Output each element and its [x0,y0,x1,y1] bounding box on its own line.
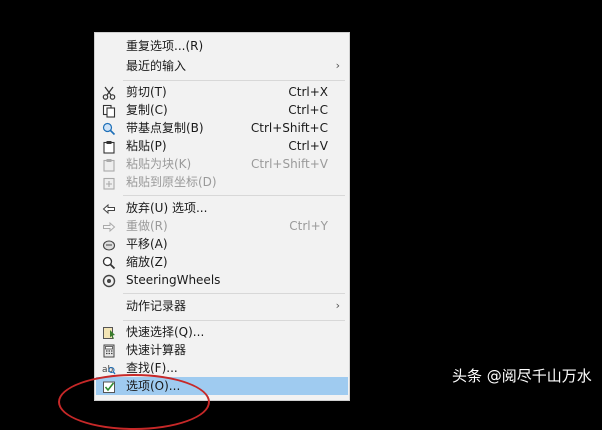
menu-item-shortcut: Ctrl+Y [289,219,328,233]
zoom-icon [102,255,116,270]
menu-item-quick-select[interactable]: 快速选择(Q)... [96,323,348,341]
menu-item-steeringwheels[interactable]: SteeringWheels [96,271,348,289]
menu-item-copy-with-base[interactable]: 带基点复制(B) Ctrl+Shift+C [96,119,348,137]
menu-item-label: 粘贴(P) [126,139,167,153]
annotation-circle [58,374,210,430]
submenu-arrow-icon: › [335,59,340,72]
menu-separator [123,195,345,196]
menu-item-action-recorder[interactable]: 动作记录器 › [96,297,348,315]
menu-item-label: 快速选择(Q)... [126,325,205,339]
menu-item-zoom[interactable]: 缩放(Z) [96,253,348,271]
menu-separator [123,293,345,294]
menu-item-undo-options[interactable]: 放弃(U) 选项... [96,199,348,217]
menu-item-label: 粘贴到原坐标(D) [126,175,217,189]
scissors-icon [102,85,116,100]
paste-icon [102,139,116,154]
menu-item-shortcut: Ctrl+X [288,85,328,99]
menu-item-cut[interactable]: 剪切(T) Ctrl+X [96,83,348,101]
menu-item-label: 剪切(T) [126,85,167,99]
menu-item-paste-as-block[interactable]: 粘贴为块(K) Ctrl+Shift+V [96,155,348,173]
menu-item-label: 重做(R) [126,219,168,233]
menu-item-label: SteeringWheels [126,273,221,287]
undo-icon [102,201,116,215]
menu-item-label: 平移(A) [126,237,168,251]
menu-item-label: 复制(C) [126,103,168,117]
menu-item-pan[interactable]: 平移(A) [96,235,348,253]
submenu-arrow-icon: › [335,299,340,312]
pan-icon [102,237,116,251]
paste-coords-icon [102,175,116,190]
paste-block-icon [102,157,116,172]
menu-item-label: 粘贴为块(K) [126,157,192,171]
menu-item-copy[interactable]: 复制(C) Ctrl+C [96,101,348,119]
menu-item-label: 最近的输入 [126,59,187,73]
redo-icon [102,219,116,233]
menu-item-shortcut: Ctrl+V [288,139,328,153]
menu-item-paste-to-original-coords[interactable]: 粘贴到原坐标(D) [96,173,348,191]
menu-item-shortcut: Ctrl+Shift+C [250,121,328,135]
menu-item-label: 重复选项...(R) [126,39,204,53]
menu-item-repeat-options[interactable]: 重复选项...(R) [96,37,348,55]
menu-item-label: 快速计算器 [126,343,187,357]
menu-separator [123,320,345,321]
menu-item-recent-input[interactable]: 最近的输入 › [96,57,348,75]
context-menu: 重复选项...(R) 最近的输入 › 剪切(T) Ctrl+X 复制(C) Ct… [94,32,350,401]
menu-item-shortcut: Ctrl+C [288,103,328,117]
menu-item-quick-calculator[interactable]: 快速计算器 [96,341,348,359]
menu-separator [123,80,345,81]
copy-icon [102,103,116,118]
menu-item-label: 带基点复制(B) [126,121,204,135]
calculator-icon [102,343,116,358]
svg-text:ab: ab [102,365,114,375]
copy-base-icon [102,121,116,136]
watermark: 头条 @阅尽千山万水 [452,367,592,385]
menu-item-label: 动作记录器 [126,299,187,313]
menu-item-paste[interactable]: 粘贴(P) Ctrl+V [96,137,348,155]
menu-item-shortcut: Ctrl+Shift+V [251,157,328,171]
quick-select-icon [102,325,116,339]
find-icon: ab [102,361,116,375]
menu-item-label: 缩放(Z) [126,255,168,269]
menu-item-label: 放弃(U) 选项... [126,201,208,215]
menu-item-redo[interactable]: 重做(R) Ctrl+Y [96,217,348,235]
steering-wheel-icon [102,273,116,288]
